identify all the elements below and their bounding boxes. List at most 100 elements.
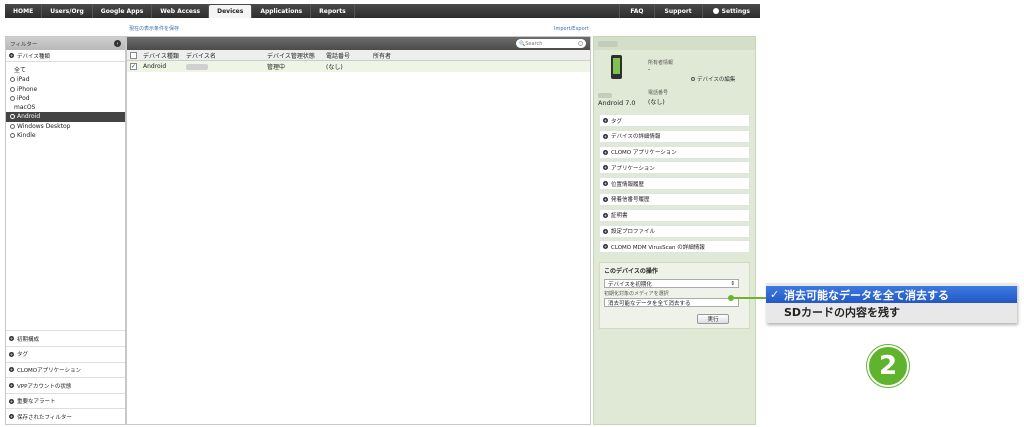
section-label: CLOMO MDM VirusScan の詳細情報	[611, 244, 705, 251]
section-tags[interactable]: + タグ	[6, 346, 125, 362]
nav-web-access[interactable]: Web Access	[152, 4, 210, 18]
owner-label: 所有者情報	[648, 60, 674, 66]
nav-settings[interactable]: Settings	[701, 4, 760, 18]
col-device-type[interactable]: デバイス種類	[143, 51, 186, 60]
callout-arrow	[728, 295, 767, 301]
execute-button[interactable]: 実行	[697, 314, 729, 324]
filter-windows-desktop[interactable]: Windows Desktop	[6, 122, 125, 131]
device-type-label: デバイス種類	[17, 53, 50, 60]
section-config-profiles[interactable]: + 設定プロファイル	[599, 224, 750, 238]
radio-icon	[10, 95, 15, 101]
section-virusscan[interactable]: + CLOMO MDM VirusScan の詳細情報	[599, 240, 750, 254]
detail-sections: + タグ + デバイスの詳細情報 + CLOMO アプリケーション + アプリケーション…	[599, 114, 750, 256]
filter-sidebar: フィルター ‹ + デバイス種類 全て iPad iPhone iPod macO…	[5, 36, 126, 425]
filter-ipod[interactable]: iPod	[6, 94, 125, 103]
filter-all[interactable]: 全て	[6, 66, 125, 75]
section-label: 位置情報履歴	[611, 181, 645, 188]
edit-device-link[interactable]: デバイスの編集	[691, 75, 735, 83]
edit-label: デバイスの編集	[697, 77, 736, 83]
expand-icon: +	[603, 212, 608, 218]
redacted-name	[186, 63, 208, 70]
option-keep-sd[interactable]: SDカードの内容を残す	[766, 303, 1017, 320]
device-type-filters: 全て iPad iPhone iPod macOS Android Window…	[6, 62, 125, 140]
col-device-name[interactable]: デバイス名	[186, 51, 267, 60]
expand-icon: +	[603, 228, 608, 234]
expand-icon: +	[603, 118, 608, 123]
nav-users-org[interactable]: Users/Org	[42, 4, 93, 18]
section-label: アプリケーション	[611, 165, 655, 172]
cell-device-type: Android	[143, 63, 167, 70]
phone-value: (なし)	[648, 99, 665, 106]
device-type-section[interactable]: + デバイス種類	[6, 50, 125, 62]
section-tag[interactable]: + タグ	[599, 114, 750, 127]
nav-support[interactable]: Support	[653, 4, 702, 18]
search-input[interactable]: 🔍 Search	[516, 39, 586, 48]
section-label: 設定プロファイル	[611, 229, 656, 236]
step-badge: 2	[867, 345, 909, 387]
nav-applications[interactable]: Applications	[252, 4, 312, 18]
section-label: タグ	[17, 352, 29, 359]
radio-icon	[10, 86, 15, 92]
expand-icon: +	[9, 351, 14, 357]
gear-icon	[712, 8, 719, 14]
phone-label: 電話番号	[648, 90, 669, 96]
os-version: Android 7.0	[598, 99, 636, 107]
search-placeholder: Search	[525, 40, 543, 47]
media-select[interactable]: 消去可能なデータを全て消去する	[604, 298, 739, 307]
sidebar-title: フィルター	[10, 41, 38, 48]
section-device-details[interactable]: + デバイスの詳細情報	[599, 129, 750, 143]
section-clomo-apps[interactable]: + CLOMOアプリケーション	[6, 361, 125, 378]
section-call-history[interactable]: + 発着信番号履歴	[599, 192, 750, 206]
checkmark-icon: ✓	[770, 288, 780, 301]
nav-home[interactable]: HOME	[5, 4, 43, 18]
filter-kindle[interactable]: Kindle	[6, 131, 125, 140]
cell-management-state: 管理中	[267, 64, 286, 71]
section-label: 重要なアラート	[17, 399, 56, 406]
section-clomo-app[interactable]: + CLOMO アプリケーション	[599, 145, 750, 159]
detail-header	[594, 37, 755, 50]
section-saved-filters[interactable]: + 保存されたフィルター	[6, 408, 125, 424]
option-label: 消去可能なデータを全て消去する	[784, 288, 949, 302]
edit-icon	[691, 77, 695, 81]
clear-icon[interactable]	[578, 41, 583, 46]
save-filter-link[interactable]: 現在の表示条件を保存	[129, 25, 179, 32]
section-label: タグ	[611, 118, 623, 125]
collapse-icon[interactable]: ‹	[114, 40, 121, 47]
section-initial-config[interactable]: + 初期構成	[6, 330, 125, 346]
nav-devices[interactable]: Devices	[209, 5, 253, 18]
operation-select[interactable]: デバイスを初期化 ⇕	[604, 279, 739, 288]
radio-icon	[10, 123, 15, 129]
filter-label: Kindle	[17, 132, 36, 140]
col-phone[interactable]: 電話番号	[326, 51, 373, 60]
filter-android[interactable]: Android	[6, 112, 125, 122]
section-location-history[interactable]: + 位置情報履歴	[599, 177, 750, 191]
device-list: 🔍 Search デバイス種類 デバイス名 デバイス管理状態 電話番号 所有者 …	[126, 36, 591, 425]
col-management-state[interactable]: デバイス管理状態	[267, 51, 326, 60]
section-label: CLOMO アプリケーション	[611, 150, 677, 157]
nav-faq[interactable]: FAQ	[619, 4, 653, 18]
section-certificates[interactable]: + 証明書	[599, 208, 750, 222]
section-applications[interactable]: + アプリケーション	[599, 161, 750, 175]
sidebar-header: フィルター ‹	[6, 37, 125, 50]
section-important-alerts[interactable]: + 重要なアラート	[6, 392, 125, 409]
nav-reports[interactable]: Reports	[311, 4, 355, 18]
media-dropdown-callout: ✓ 消去可能なデータを全て消去する SDカードの内容を残す	[766, 283, 1017, 323]
expand-icon: +	[603, 181, 608, 187]
filter-ipad[interactable]: iPad	[6, 75, 125, 84]
radio-icon	[10, 77, 15, 83]
table-row[interactable]: ✓ Android 管理中 (なし)	[127, 61, 590, 72]
select-all-checkbox[interactable]	[130, 51, 137, 59]
device-operations: このデバイスの操作 デバイスを初期化 ⇕ 初期化対象のメディアを選択 消去可能なデ…	[599, 262, 750, 329]
option-erase-all[interactable]: ✓ 消去可能なデータを全て消去する	[766, 286, 1017, 303]
nav-google-apps[interactable]: Google Apps	[93, 4, 153, 18]
filter-label: Android	[17, 113, 41, 121]
row-checkbox[interactable]: ✓	[130, 63, 137, 70]
import-export-link[interactable]: Import/Export	[554, 26, 589, 32]
filter-iphone[interactable]: iPhone	[6, 85, 125, 94]
col-owner[interactable]: 所有者	[373, 51, 433, 60]
radio-icon	[10, 114, 15, 120]
filter-macos[interactable]: macOS	[6, 103, 125, 112]
section-vpp-status[interactable]: + VPPアカウントの状態	[6, 377, 125, 393]
cell-phone: (なし)	[326, 64, 343, 71]
